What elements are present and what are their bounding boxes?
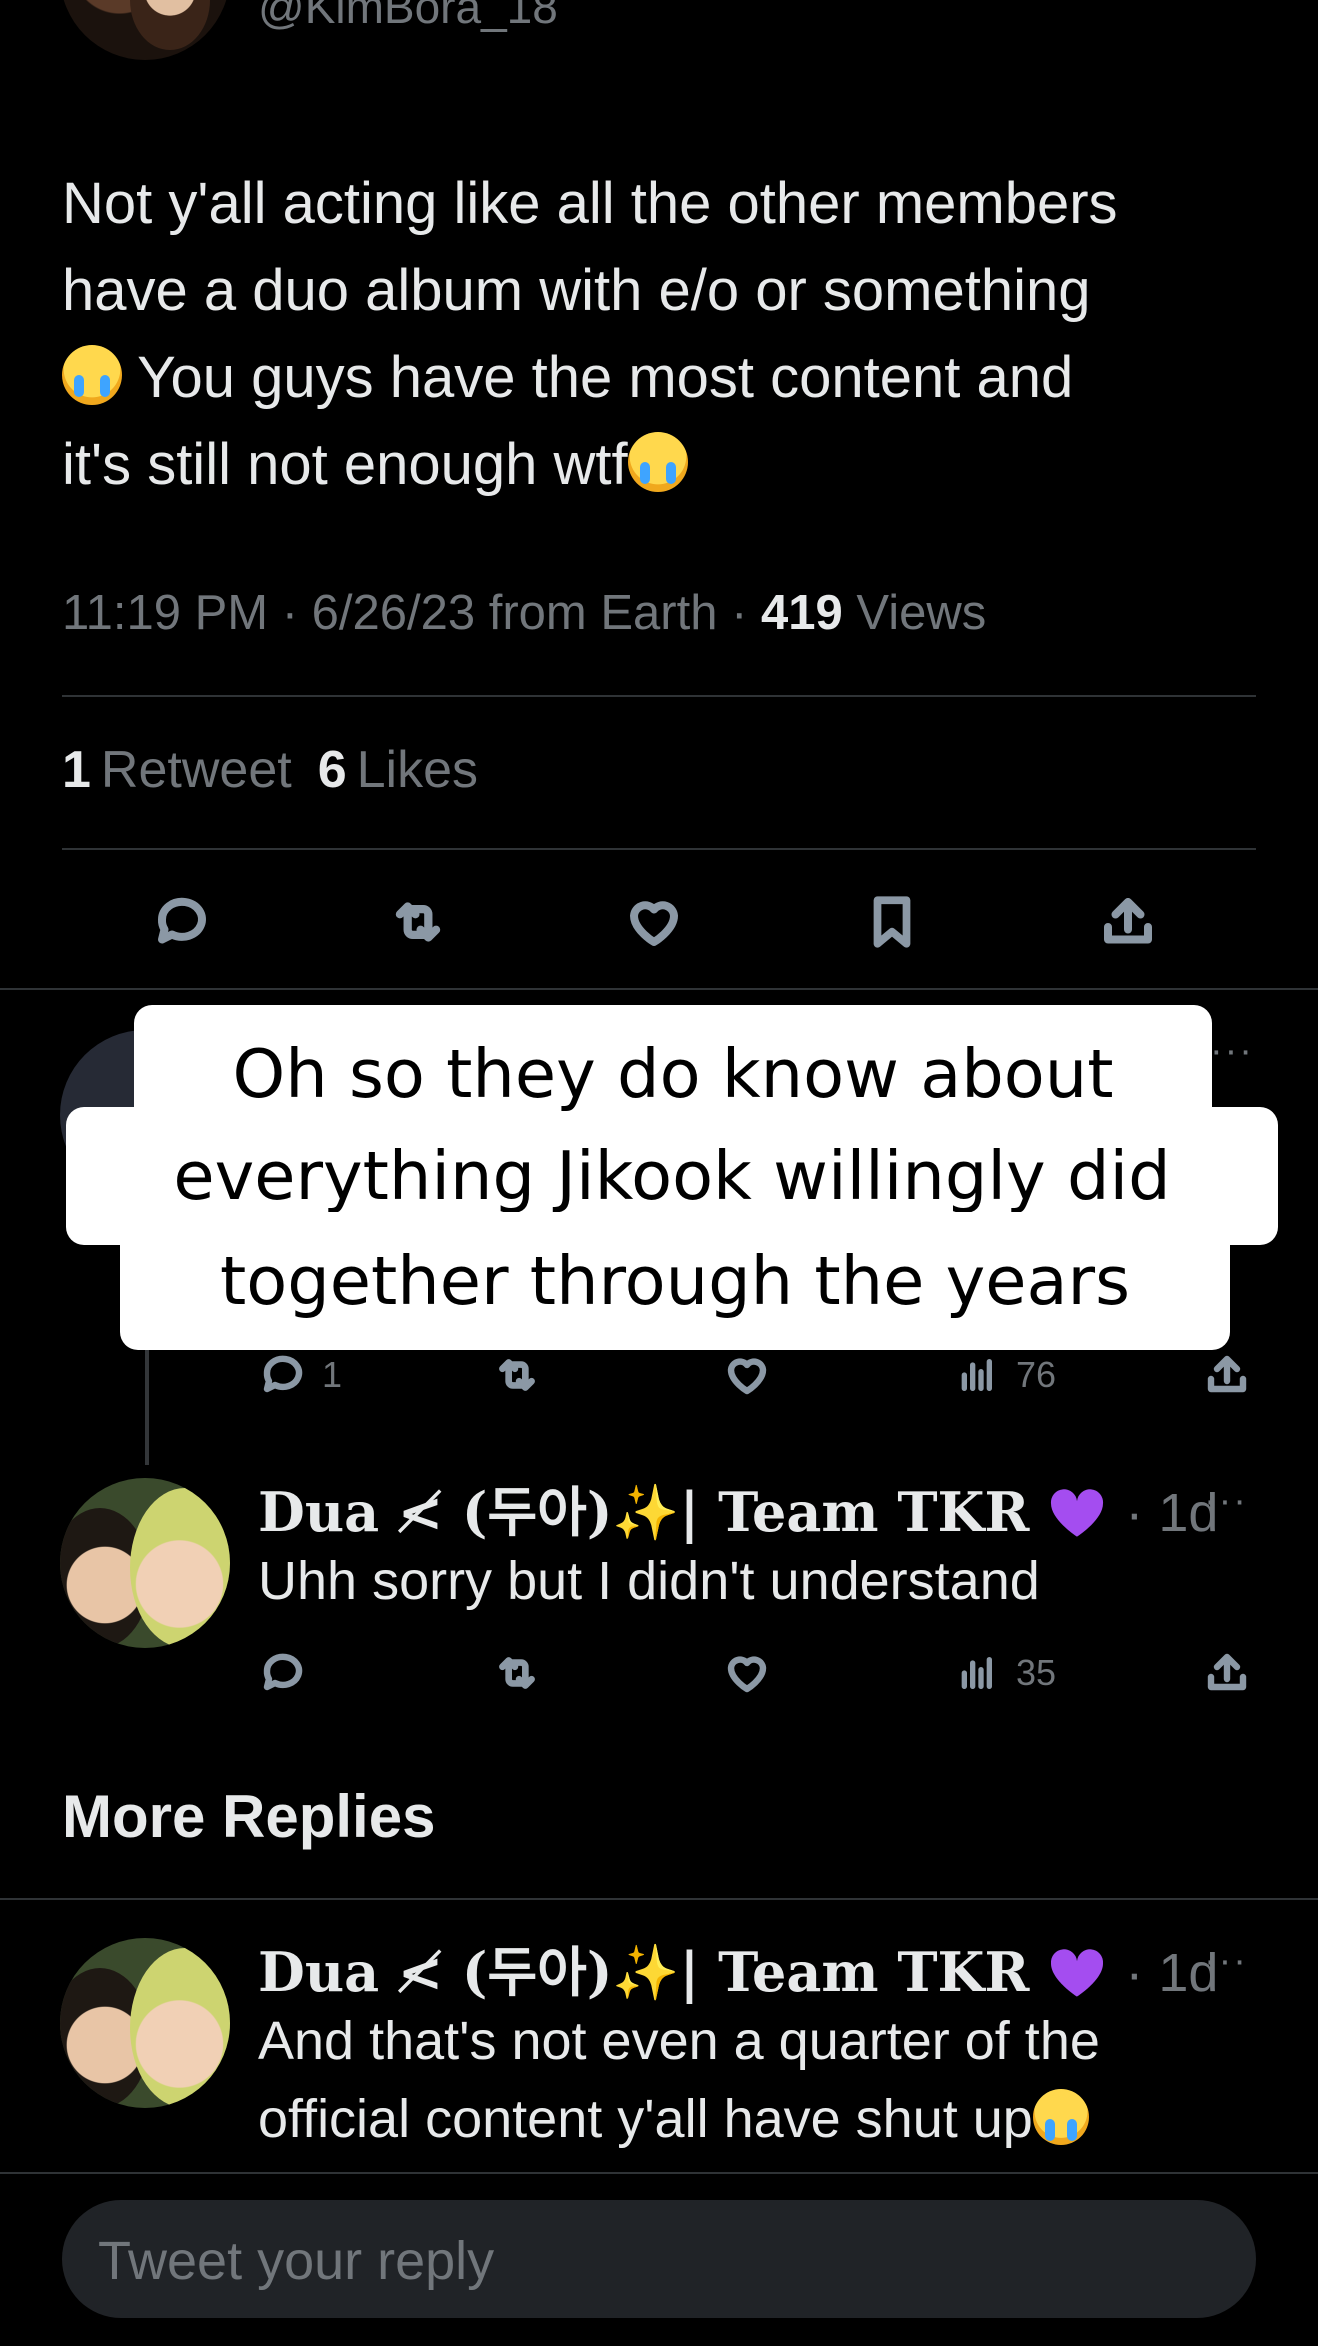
tweet-timestamp[interactable]: 11:19 PM · 6/26/23 from Earth · xyxy=(62,586,761,640)
views-icon[interactable] xyxy=(956,1648,996,1698)
views-count: 419 xyxy=(761,586,843,640)
author-avatar[interactable] xyxy=(60,0,230,60)
tweet-metadata: 11:19 PM · 6/26/23 from Earth · 419 View… xyxy=(62,585,986,641)
reply-text-line: official content y'all have shut up xyxy=(258,2080,1258,2158)
divider xyxy=(62,695,1256,697)
more-icon[interactable]: ··· xyxy=(1204,1940,1248,1983)
caption-line-1: Oh so they do know about xyxy=(134,1005,1212,1143)
reply-author-name[interactable]: Dua ≮ (두아)✨| Team TKR xyxy=(258,1480,1029,1544)
like-icon[interactable] xyxy=(722,1350,772,1400)
divider xyxy=(0,988,1318,990)
caption-line-3: together through the years xyxy=(120,1212,1230,1350)
reply-icon[interactable] xyxy=(150,890,214,954)
views-count: 76 xyxy=(1016,1354,1057,1395)
thread-line xyxy=(145,1345,149,1465)
tweet-text-line: Not y'all acting like all the other memb… xyxy=(62,171,1118,236)
reply-icon[interactable] xyxy=(258,1350,308,1400)
reply-icon[interactable] xyxy=(258,1648,308,1698)
share-icon[interactable] xyxy=(1096,890,1160,954)
share-icon[interactable] xyxy=(1202,1648,1252,1698)
crying-face-emoji-icon xyxy=(62,345,122,405)
reply-text-line: And that's not even a quarter of the xyxy=(258,2011,1100,2071)
reply-avatar[interactable] xyxy=(60,1938,230,2108)
purple-heart-icon xyxy=(1051,1489,1104,1537)
tweet-detail-page: @KimBora_18 Not y'all acting like all th… xyxy=(0,0,1318,2346)
reply-author-row: Dua ≮ (두아)✨| Team TKR · 1d xyxy=(258,1928,1218,2007)
share-icon[interactable] xyxy=(1202,1350,1252,1400)
views-label: Views xyxy=(842,586,987,640)
retweet-icon[interactable] xyxy=(386,890,450,954)
tearful-smile-emoji-icon xyxy=(627,432,688,492)
tweet-text-line: have a duo album with e/o or something xyxy=(62,258,1091,323)
reply-author-name[interactable]: Dua ≮ (두아)✨| Team TKR xyxy=(258,1940,1029,2004)
likes-stat[interactable]: 6 Likes xyxy=(318,741,478,799)
retweet-icon[interactable] xyxy=(492,1648,542,1698)
reply-text: Uhh sorry but I didn't understand xyxy=(258,1551,1040,1611)
reply-avatar[interactable] xyxy=(60,1478,230,1648)
author-handle[interactable]: @KimBora_18 xyxy=(258,0,558,34)
purple-heart-icon xyxy=(1051,1949,1104,1997)
bookmark-icon[interactable] xyxy=(860,890,924,954)
tweet-text: Not y'all acting like all the other memb… xyxy=(62,160,1262,508)
tweet-stats: 1 Retweet 6 Likes xyxy=(62,740,478,800)
retweet-icon[interactable] xyxy=(492,1350,542,1400)
views-icon[interactable] xyxy=(956,1350,996,1400)
retweets-stat[interactable]: 1 Retweet xyxy=(62,741,292,799)
reply-text: And that's not even a quarter of the off… xyxy=(258,2002,1258,2158)
divider xyxy=(0,2172,1318,2174)
more-icon[interactable]: ··· xyxy=(1204,1480,1248,1523)
tweet-text-line: it's still not enough wtf xyxy=(62,421,1262,508)
reply-composer-input[interactable]: Tweet your reply xyxy=(62,2200,1256,2318)
more-replies-heading: More Replies xyxy=(62,1783,436,1850)
divider xyxy=(62,848,1256,850)
views-count: 35 xyxy=(1016,1652,1057,1693)
reply-author-row: Dua ≮ (두아)✨| Team TKR · 1d xyxy=(258,1468,1218,1547)
tweet-text-line: You guys have the most content and xyxy=(62,334,1262,421)
like-icon[interactable] xyxy=(722,1648,772,1698)
reply-count: 1 xyxy=(322,1354,343,1395)
like-icon[interactable] xyxy=(622,890,686,954)
divider xyxy=(0,1898,1318,1900)
more-icon[interactable]: ··· xyxy=(1210,1030,1254,1073)
crying-face-emoji-icon xyxy=(1032,2089,1089,2145)
reply-placeholder: Tweet your reply xyxy=(98,2231,495,2291)
